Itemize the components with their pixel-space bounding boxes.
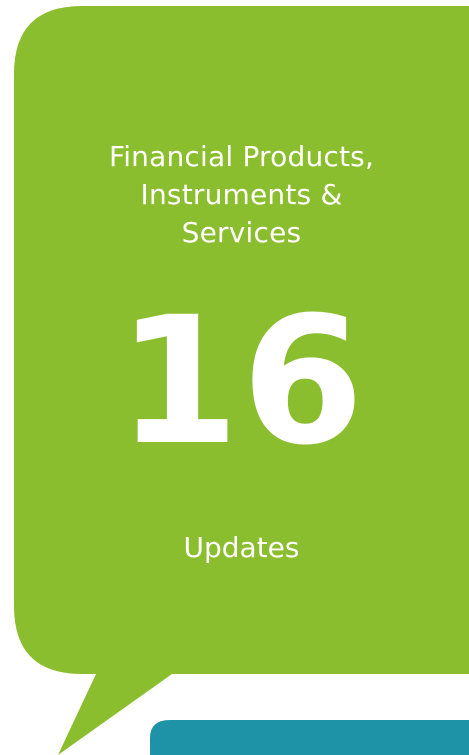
update-count: 16: [117, 279, 366, 484]
bubble-content: Financial Products, Instruments & Servic…: [14, 6, 469, 674]
updates-card: Financial Products, Instruments & Servic…: [0, 0, 469, 755]
teal-bubble-edge: [150, 720, 469, 755]
category-line-3: Services: [181, 216, 302, 249]
category-line-1: Financial Products,: [108, 140, 375, 173]
category-line-2: Instruments &: [140, 178, 343, 211]
count-unit-label: Updates: [183, 531, 300, 564]
category-title: Financial Products, Instruments & Servic…: [14, 138, 469, 252]
